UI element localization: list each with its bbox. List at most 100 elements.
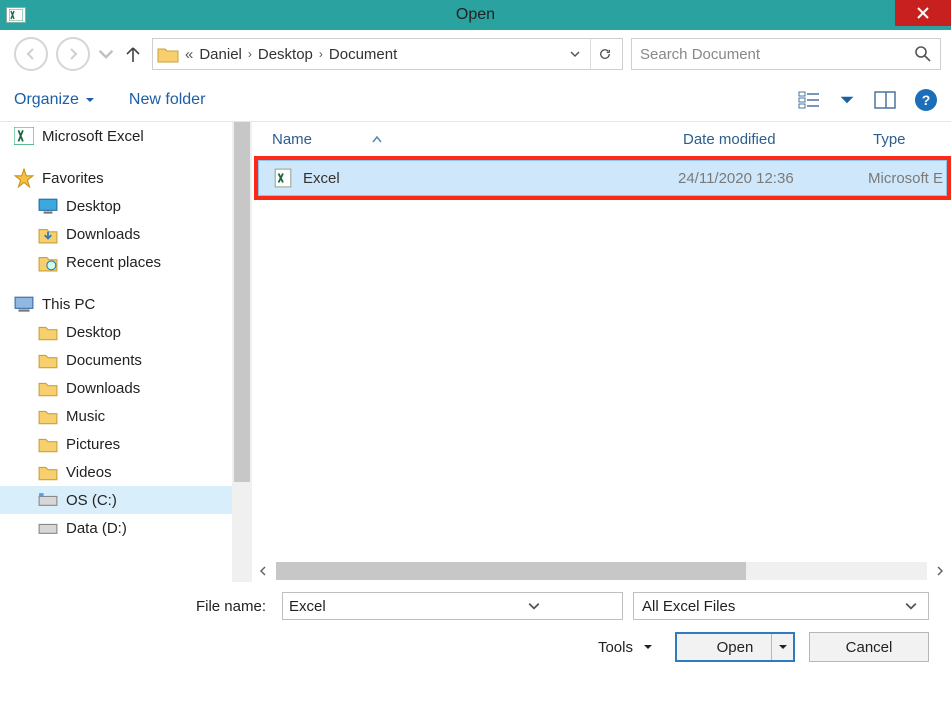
breadcrumb-part[interactable]: Desktop <box>258 46 313 63</box>
folder-icon <box>38 435 58 453</box>
sidebar-drive-d[interactable]: Data (D:) <box>0 514 232 542</box>
chevron-down-icon[interactable] <box>453 600 617 612</box>
scrollbar-thumb[interactable] <box>234 122 250 482</box>
chevron-right-icon: › <box>248 47 252 61</box>
sort-asc-icon <box>372 135 382 143</box>
highlighted-file-callout: Excel 24/11/2020 12:36 Microsoft E <box>254 156 951 200</box>
sidebar-fav-recent[interactable]: Recent places <box>0 248 232 276</box>
cancel-button[interactable]: Cancel <box>809 632 929 662</box>
sidebar-item-label: This PC <box>42 296 95 313</box>
scroll-right-icon[interactable] <box>931 562 949 580</box>
filter-label: All Excel Files <box>642 598 902 615</box>
sidebar-item-label: Downloads <box>66 380 140 397</box>
breadcrumb-part[interactable]: Daniel <box>199 46 242 63</box>
breadcrumb-ellipsis[interactable]: « <box>185 46 193 63</box>
filename-input[interactable]: Excel <box>282 592 623 620</box>
sidebar-fav-downloads[interactable]: Downloads <box>0 220 232 248</box>
sidebar-item-label: Favorites <box>42 170 104 187</box>
sidebar-item-label: Pictures <box>66 436 120 453</box>
desktop-icon <box>38 197 58 215</box>
sidebar-item-label: OS (C:) <box>66 492 117 509</box>
address-bar[interactable]: « Daniel › Desktop › Document <box>152 38 623 70</box>
sidebar-thispc[interactable]: This PC <box>0 290 232 318</box>
search-input[interactable] <box>640 46 908 63</box>
window-title: Open <box>456 6 495 24</box>
sidebar-scrollbar[interactable] <box>232 122 252 582</box>
col-type[interactable]: Type <box>873 131 951 148</box>
sidebar-item-label: Desktop <box>66 324 121 341</box>
sidebar-item-label: Documents <box>66 352 142 369</box>
tools-label: Tools <box>598 639 633 656</box>
star-icon <box>14 169 34 187</box>
file-type: Microsoft E <box>868 170 946 187</box>
organize-menu[interactable]: Organize <box>14 91 95 109</box>
folder-icon <box>157 45 179 63</box>
breadcrumb[interactable]: « Daniel › Desktop › Document <box>185 46 560 63</box>
sidebar-item-label: Desktop <box>66 198 121 215</box>
forward-button[interactable] <box>56 37 90 71</box>
chevron-right-icon: › <box>319 47 323 61</box>
sidebar-item-label: Downloads <box>66 226 140 243</box>
chevron-down-icon[interactable] <box>902 600 920 612</box>
sidebar-item-label: Videos <box>66 464 112 481</box>
close-button[interactable] <box>895 0 951 26</box>
folder-icon <box>38 351 58 369</box>
sidebar-item-label: Microsoft Excel <box>42 128 144 145</box>
sidebar-favorites[interactable]: Favorites <box>0 164 232 192</box>
column-headers: Name Date modified Type <box>252 122 951 156</box>
tools-menu[interactable]: Tools <box>598 639 653 656</box>
drive-icon <box>38 519 58 537</box>
cancel-label: Cancel <box>846 639 893 656</box>
preview-pane-button[interactable] <box>873 88 897 112</box>
excel-file-icon <box>273 168 293 188</box>
col-label: Name <box>272 131 312 148</box>
address-dropdown[interactable] <box>566 48 584 60</box>
pc-icon <box>14 295 34 313</box>
file-name: Excel <box>303 170 678 187</box>
sidebar-pc-downloads[interactable]: Downloads <box>0 374 232 402</box>
drive-icon <box>38 491 58 509</box>
sidebar-excel[interactable]: Microsoft Excel <box>0 122 232 150</box>
search-icon[interactable] <box>914 45 932 63</box>
col-date[interactable]: Date modified <box>683 131 873 148</box>
help-button[interactable]: ? <box>915 89 937 111</box>
breadcrumb-part[interactable]: Document <box>329 46 397 63</box>
main-area: Microsoft Excel Favorites Desktop Downlo… <box>0 122 951 582</box>
sidebar-pc-pictures[interactable]: Pictures <box>0 430 232 458</box>
open-split-dropdown[interactable] <box>771 634 793 660</box>
file-type-filter[interactable]: All Excel Files <box>633 592 929 620</box>
horizontal-scrollbar[interactable] <box>252 560 951 582</box>
sidebar-fav-desktop[interactable]: Desktop <box>0 192 232 220</box>
view-options-button[interactable] <box>797 88 821 112</box>
sidebar-drive-c[interactable]: OS (C:) <box>0 486 232 514</box>
scroll-track[interactable] <box>276 562 927 580</box>
sidebar-item-label: Music <box>66 408 105 425</box>
nav-row: « Daniel › Desktop › Document <box>0 30 951 78</box>
sidebar-pc-music[interactable]: Music <box>0 402 232 430</box>
bottom-panel: File name: Excel All Excel Files Tools O… <box>0 582 951 674</box>
sidebar-item-label: Recent places <box>66 254 161 271</box>
toolbar: Organize New folder ? <box>0 78 951 122</box>
scrollbar-thumb[interactable] <box>276 562 746 580</box>
filename-label: File name: <box>22 598 272 615</box>
search-box[interactable] <box>631 38 941 70</box>
organize-label: Organize <box>14 91 79 109</box>
sidebar-item-label: Data (D:) <box>66 520 127 537</box>
up-button[interactable] <box>122 43 144 65</box>
excel-icon <box>14 127 34 145</box>
sidebar: Microsoft Excel Favorites Desktop Downlo… <box>0 122 232 582</box>
new-folder-button[interactable]: New folder <box>129 91 205 109</box>
scroll-left-icon[interactable] <box>254 562 272 580</box>
back-button[interactable] <box>14 37 48 71</box>
sidebar-pc-videos[interactable]: Videos <box>0 458 232 486</box>
col-name[interactable]: Name <box>272 131 683 148</box>
refresh-button[interactable] <box>590 39 618 69</box>
file-row[interactable]: Excel 24/11/2020 12:36 Microsoft E <box>258 160 947 196</box>
view-dropdown[interactable] <box>839 92 855 108</box>
sidebar-pc-desktop[interactable]: Desktop <box>0 318 232 346</box>
open-button[interactable]: Open <box>675 632 795 662</box>
open-label: Open <box>717 639 754 656</box>
recent-locations-dropdown[interactable] <box>98 46 114 62</box>
sidebar-pc-documents[interactable]: Documents <box>0 346 232 374</box>
title-bar: Open <box>0 0 951 30</box>
